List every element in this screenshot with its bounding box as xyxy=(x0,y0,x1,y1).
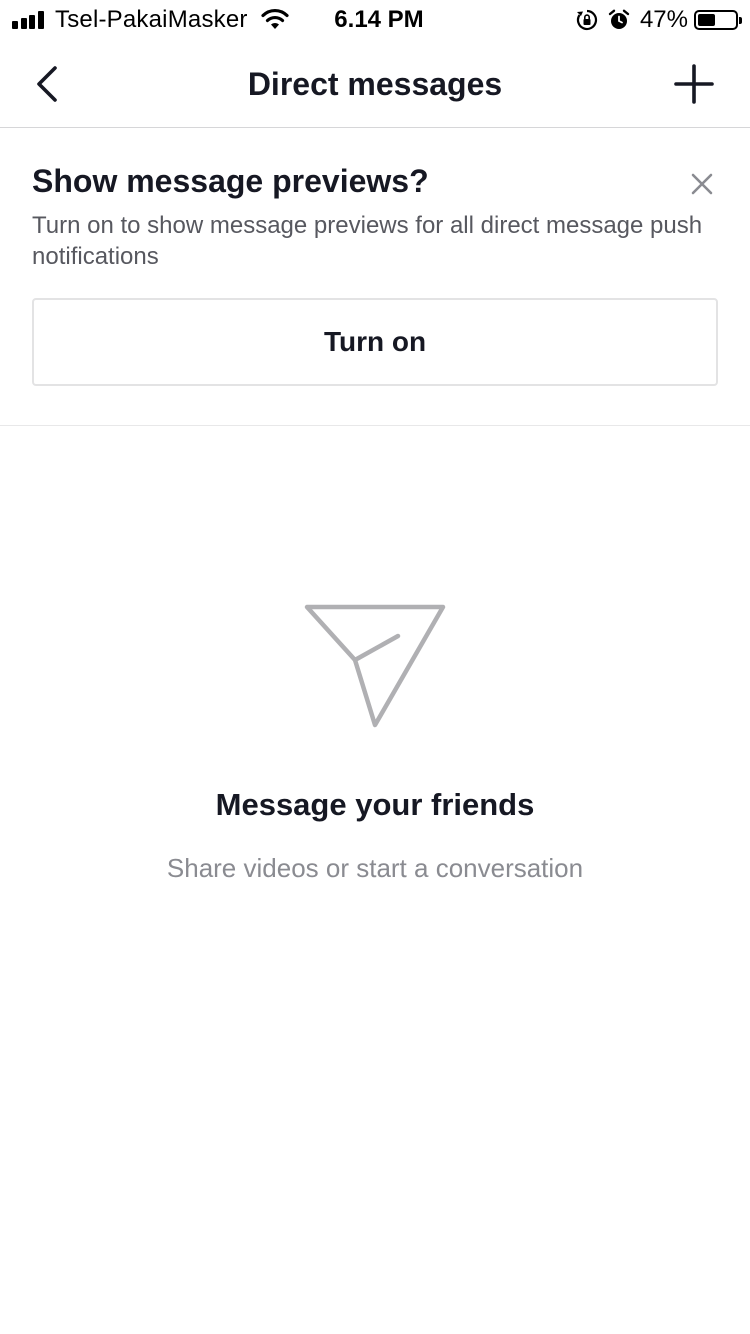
dismiss-banner-button[interactable] xyxy=(686,168,718,200)
nav-header: Direct messages xyxy=(0,40,750,128)
empty-state-title: Message your friends xyxy=(215,787,535,822)
status-bar: Tsel-PakaiMasker 6.14 PM 47% xyxy=(0,0,750,40)
banner-description: Turn on to show message previews for all… xyxy=(32,212,703,270)
rotation-lock-icon xyxy=(576,9,598,31)
paper-plane-icon xyxy=(304,604,446,728)
message-preview-banner: Show message previews? Turn on to show m… xyxy=(0,128,750,426)
battery-icon xyxy=(694,10,742,30)
battery-percentage: 47% xyxy=(639,6,688,33)
banner-title: Show message previews? xyxy=(32,163,429,199)
turn-on-button[interactable]: Turn on xyxy=(32,298,718,386)
plus-icon xyxy=(674,64,714,104)
battery-level xyxy=(698,14,715,26)
empty-state-subtitle: Share videos or start a conversation xyxy=(166,853,584,883)
alarm-icon xyxy=(608,9,630,31)
close-icon xyxy=(691,173,713,195)
status-bar-right: 47% xyxy=(576,6,742,34)
page-title: Direct messages xyxy=(247,66,503,102)
new-message-button[interactable] xyxy=(672,62,716,106)
